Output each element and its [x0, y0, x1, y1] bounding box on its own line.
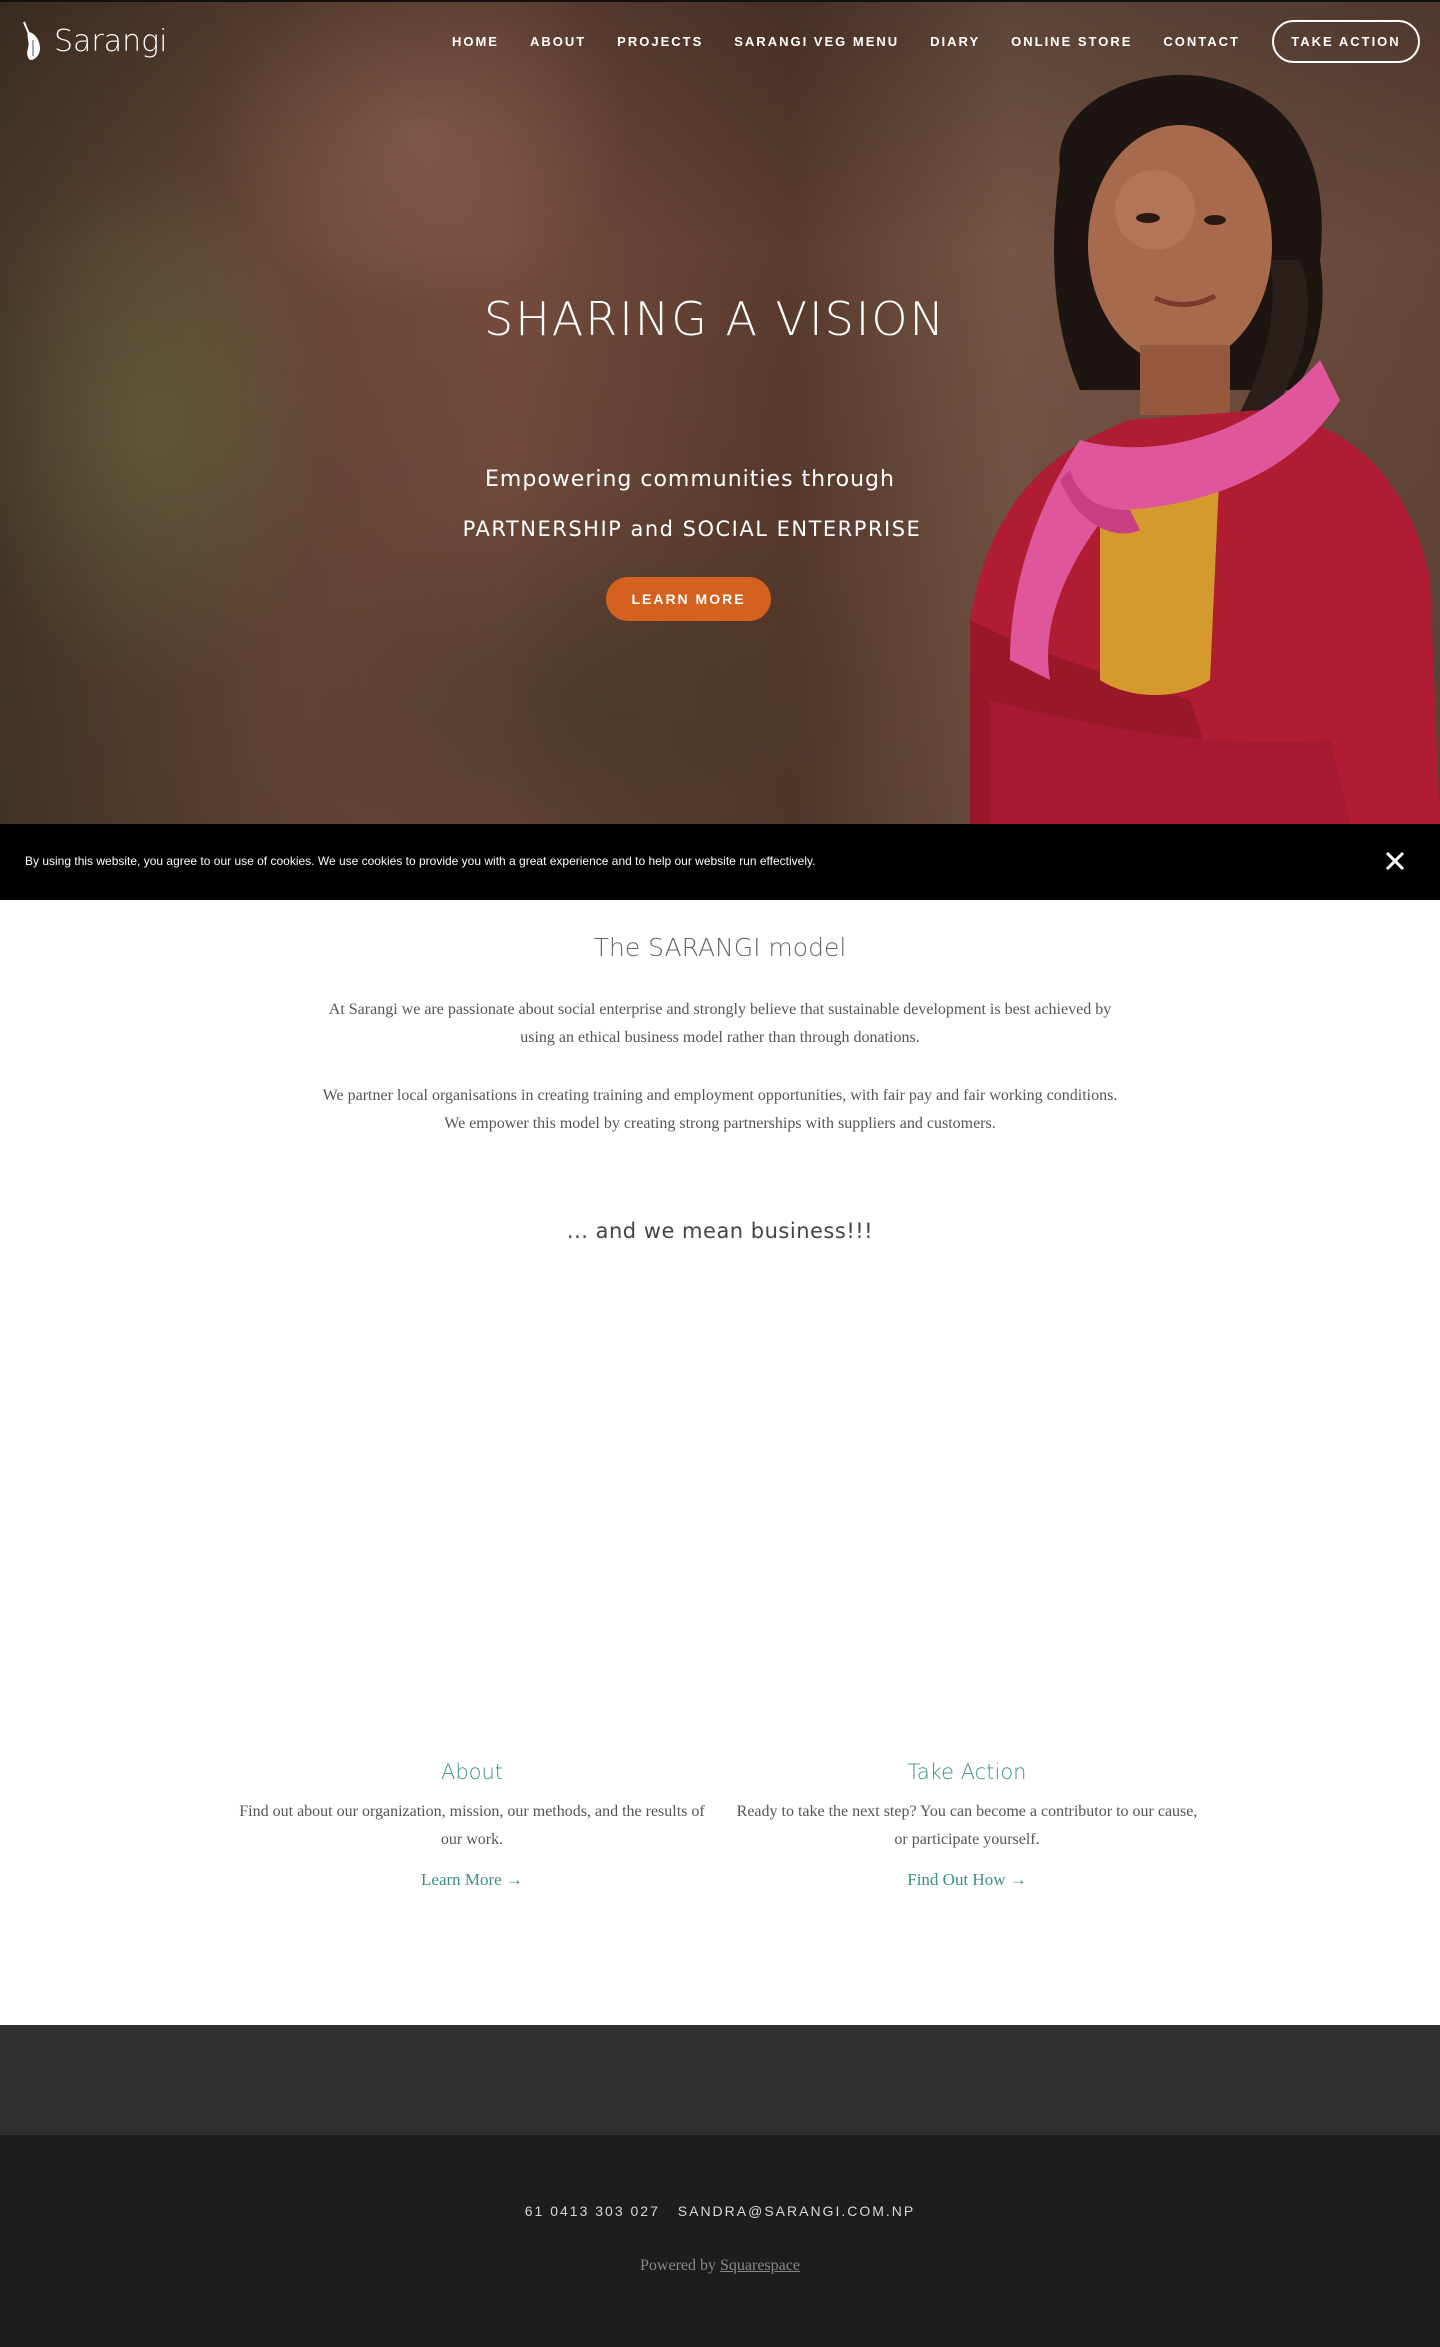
footer-band [0, 2025, 1440, 2135]
take-action-button[interactable]: TAKE ACTION [1272, 20, 1420, 63]
close-icon[interactable] [1380, 846, 1410, 876]
email-link[interactable]: SANDRA@SARANGI.COM.NP [678, 2203, 915, 2219]
hero-portrait-image [970, 74, 1440, 824]
cookie-text: By using this website, you agree to our … [25, 854, 816, 868]
footer-contact: 61 0413 303 027 SANDRA@SARANGI.COM.NP [0, 2203, 1440, 2219]
feature-about: About Find out about our organization, m… [237, 1760, 707, 1890]
model-paragraph-2: We partner local organisations in creati… [322, 1087, 1118, 1132]
hero-banner: Sarangi HOME ABOUT PROJECTS SARANGI VEG … [0, 0, 1440, 824]
nav-item-about[interactable]: ABOUT [530, 30, 586, 53]
nav-item-diary[interactable]: DIARY [930, 30, 980, 53]
phone-number[interactable]: 61 0413 303 027 [525, 2203, 660, 2219]
nav-item-contact[interactable]: CONTACT [1163, 30, 1240, 53]
logo[interactable]: Sarangi [20, 20, 168, 62]
cookie-banner: By using this website, you agree to our … [0, 824, 1440, 900]
hero-subtitle-line1: Empowering communities through [485, 467, 895, 492]
powered-prefix: Powered by [640, 2257, 716, 2274]
squarespace-link[interactable]: Squarespace [720, 2257, 800, 2274]
brand-name: Sarangi [54, 23, 168, 59]
powered-by: Powered by Squarespace [0, 2257, 1440, 2275]
footer [0, 2135, 1440, 2347]
nav-item-online-store[interactable]: ONLINE STORE [1011, 30, 1132, 53]
feature-text: Find out about our organization, mission… [239, 1803, 705, 1848]
nav-item-veg-menu[interactable]: SARANGI VEG MENU [734, 30, 899, 53]
find-out-how-link[interactable]: Find Out How → [907, 1870, 1026, 1890]
sarangi-instrument-icon [23, 21, 40, 60]
hero-title: SHARING A VISION [484, 292, 946, 346]
feature-take-action: Take Action Ready to take the next step?… [732, 1760, 1202, 1890]
top-border [0, 0, 1440, 2]
model-paragraph-1: At Sarangi we are passionate about socia… [328, 1001, 1112, 1046]
main-nav: HOME ABOUT PROJECTS SARANGI VEG MENU DIA… [421, 30, 1240, 53]
feature-title: About [440, 1760, 504, 1784]
nav-item-home[interactable]: HOME [452, 30, 499, 53]
tagline: ... and we mean business!!! [566, 1219, 874, 1243]
learn-more-button[interactable]: LEARN MORE [606, 577, 771, 621]
hero-subtitle-line2: PARTNERSHIP and SOCIAL ENTERPRISE [462, 517, 922, 541]
feature-text: Ready to take the next step? You can bec… [736, 1803, 1198, 1848]
learn-more-link[interactable]: Learn More → [421, 1870, 523, 1890]
feature-title: Take Action [907, 1760, 1027, 1784]
nav-item-projects[interactable]: PROJECTS [617, 30, 703, 53]
section-title: The SARANGI model [593, 933, 847, 962]
